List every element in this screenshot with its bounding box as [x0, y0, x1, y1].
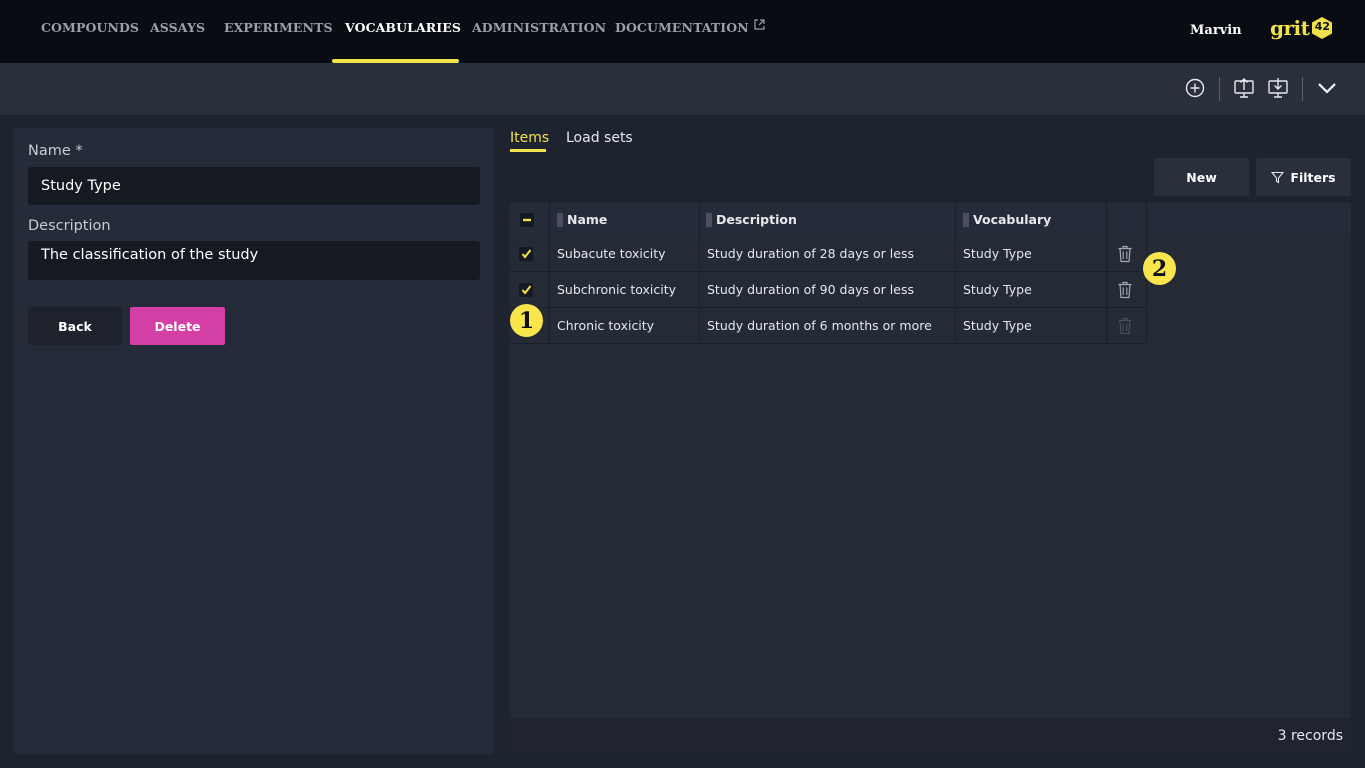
items-grid: Name Description Vocabulary Subacute tox…: [510, 203, 1351, 754]
row-checkbox-cell[interactable]: [519, 272, 533, 307]
user-name[interactable]: Marvin: [1190, 23, 1242, 38]
app-logo: grit 42: [1270, 14, 1334, 42]
name-label: Name *: [28, 143, 83, 159]
back-button[interactable]: Back: [28, 307, 122, 345]
description-label: Description: [28, 218, 111, 234]
chevron-down-icon[interactable]: [1314, 75, 1340, 101]
column-resize-handle[interactable]: [963, 212, 969, 227]
column-header-vocabulary-label: Vocabulary: [973, 212, 1052, 227]
column-header-vocabulary[interactable]: Vocabulary: [963, 203, 1051, 236]
tab-items[interactable]: Items: [510, 130, 549, 146]
toolbar: [0, 63, 1365, 115]
cell-vocabulary: Study Type: [963, 282, 1032, 297]
column-header-description[interactable]: Description: [706, 203, 797, 236]
trash-icon[interactable]: [1117, 281, 1133, 299]
cell-name: Chronic toxicity: [557, 318, 655, 333]
filters-button[interactable]: Filters: [1256, 158, 1351, 196]
delete-button[interactable]: Delete: [130, 307, 225, 345]
column-header-description-label: Description: [716, 212, 797, 227]
nav-assays[interactable]: ASSAYS: [150, 20, 205, 35]
row-checkbox-cell[interactable]: [519, 236, 533, 271]
record-count: 3 records: [1277, 728, 1343, 744]
nav-administration[interactable]: ADMINISTRATION: [472, 20, 606, 35]
grid-footer: 3 records: [510, 718, 1351, 754]
description-field[interactable]: The classification of the study: [28, 241, 480, 280]
grid-header: Name Description Vocabulary: [510, 203, 1351, 236]
callout-badge-1: 1: [510, 304, 543, 337]
upload-icon[interactable]: [1231, 75, 1257, 101]
column-header-name[interactable]: Name: [557, 203, 607, 236]
table-row[interactable]: Subchronic toxicity Study duration of 90…: [510, 272, 1146, 308]
logo-badge: 42: [1314, 20, 1331, 33]
cell-description: Study duration of 28 days or less: [707, 246, 914, 261]
top-navigation: COMPOUNDS ASSAYS EXPERIMENTS VOCABULARIE…: [0, 0, 1365, 63]
tab-load-sets[interactable]: Load sets: [566, 130, 633, 146]
row-checkbox[interactable]: [519, 282, 533, 297]
download-icon[interactable]: [1265, 75, 1291, 101]
nav-compounds[interactable]: COMPOUNDS: [41, 20, 139, 35]
logo-text: grit: [1270, 16, 1310, 40]
nav-documentation-label: DOCUMENTATION: [615, 20, 749, 35]
cell-name: Subacute toxicity: [557, 246, 666, 261]
check-icon: [521, 249, 531, 259]
table-row[interactable]: Chronic toxicity Study duration of 6 mon…: [510, 308, 1146, 344]
cell-vocabulary: Study Type: [963, 246, 1032, 261]
check-icon: [521, 285, 531, 295]
trash-icon[interactable]: [1117, 245, 1133, 263]
trash-icon-disabled: [1118, 317, 1132, 335]
header-checkbox[interactable]: [520, 212, 534, 227]
toolbar-separator: [1302, 77, 1303, 101]
cell-description: Study duration of 6 months or more: [707, 318, 932, 333]
name-field[interactable]: [28, 167, 480, 205]
filter-icon: [1271, 171, 1285, 183]
callout-badge-2: 2: [1143, 252, 1176, 285]
table-row[interactable]: Subacute toxicity Study duration of 28 d…: [510, 236, 1146, 272]
active-tab-indicator: [510, 149, 546, 152]
cell-description: Study duration of 90 days or less: [707, 282, 914, 297]
new-button[interactable]: New: [1154, 158, 1249, 196]
cell-vocabulary: Study Type: [963, 318, 1032, 333]
external-link-icon: [754, 18, 765, 33]
nav-vocabularies[interactable]: VOCABULARIES: [345, 20, 461, 35]
vocabulary-form-panel: Name * Description The classification of…: [14, 128, 494, 754]
row-checkbox[interactable]: [519, 246, 533, 261]
select-all-checkbox[interactable]: [520, 203, 540, 236]
column-resize-handle[interactable]: [706, 212, 712, 227]
toolbar-separator: [1219, 77, 1220, 101]
nav-documentation[interactable]: DOCUMENTATION: [615, 18, 765, 35]
logo-hexagon: 42: [1310, 16, 1334, 40]
nav-experiments[interactable]: EXPERIMENTS: [224, 20, 333, 35]
cell-name: Subchronic toxicity: [557, 282, 677, 297]
indeterminate-icon: [523, 218, 531, 221]
column-header-name-label: Name: [567, 212, 608, 227]
column-resize-handle[interactable]: [557, 212, 563, 227]
plus-circle-icon[interactable]: [1182, 75, 1208, 101]
filters-label: Filters: [1290, 169, 1336, 185]
